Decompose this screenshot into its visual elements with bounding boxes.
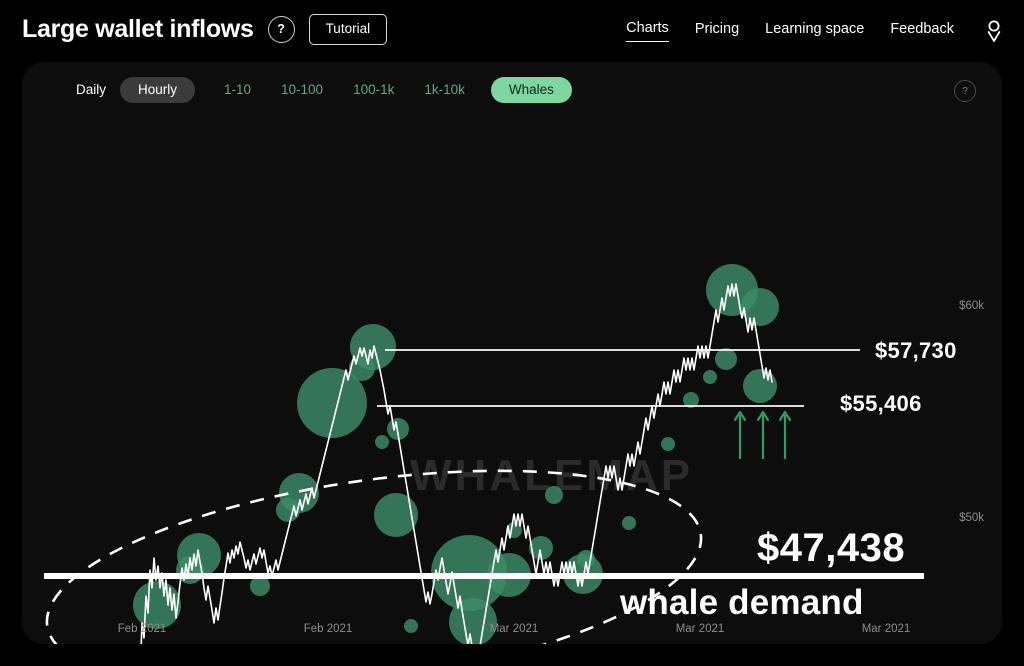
timeframe-hourly[interactable]: Hourly	[120, 77, 196, 103]
inflow-bubble[interactable]	[743, 369, 777, 403]
inflow-bubble[interactable]	[375, 435, 389, 449]
chart-help-icon[interactable]: ?	[954, 80, 976, 102]
band-1k-10k[interactable]: 1k-10k	[420, 77, 469, 103]
header-left-group: Large wallet inflows ? Tutorial	[22, 14, 388, 45]
inflow-bubble[interactable]	[715, 348, 737, 370]
inflow-bubble[interactable]	[703, 370, 717, 384]
inflow-bubble[interactable]	[133, 581, 181, 629]
x-axis-tick: Mar 2021	[675, 623, 725, 635]
band-1-10[interactable]: 1-10	[220, 77, 255, 103]
inflow-bubble[interactable]	[276, 498, 300, 522]
page-title: Large wallet inflows	[22, 14, 254, 43]
inflow-bubble[interactable]	[661, 437, 675, 451]
level-label-57730: $57,730	[875, 338, 957, 363]
demand-arrow	[756, 410, 770, 459]
band-100-1k[interactable]: 100-1k	[349, 77, 398, 103]
demand-arrows-layer	[733, 410, 792, 459]
demand-price-label: $47,438	[757, 526, 906, 570]
x-axis-tick: Feb 2021	[303, 623, 353, 635]
band-whales[interactable]: Whales	[490, 77, 572, 103]
timeframe-toggle-group: Daily Hourly	[70, 77, 196, 103]
band-10-100[interactable]: 10-100	[277, 77, 327, 103]
timeframe-daily[interactable]: Daily	[70, 77, 112, 103]
x-axis-tick: Mar 2021	[489, 623, 539, 635]
tutorial-button[interactable]: Tutorial	[308, 14, 388, 45]
inflow-bubble[interactable]	[545, 486, 563, 504]
chart-plot-area: WHALEMAP $57,730 $55,406 $47,438 whale d…	[22, 118, 1002, 644]
nav-item-pricing[interactable]: Pricing	[695, 21, 739, 41]
y-axis-tick: $50k	[959, 512, 984, 524]
inflow-bubble[interactable]	[449, 598, 497, 644]
app-header: Large wallet inflows ? Tutorial Charts P…	[0, 0, 1024, 62]
inflow-bubble[interactable]	[404, 619, 418, 633]
inflow-bubble[interactable]	[622, 516, 636, 530]
y-axis-tick: $60k	[959, 300, 984, 312]
whale-demand-caption: whale demand	[620, 583, 864, 622]
nav-item-feedback[interactable]: Feedback	[890, 21, 954, 41]
level-label-55406: $55,406	[840, 391, 922, 416]
title-help-icon[interactable]: ?	[267, 15, 295, 43]
nav-item-learning-space[interactable]: Learning space	[765, 21, 864, 41]
app-root: Large wallet inflows ? Tutorial Charts P…	[0, 0, 1024, 666]
chart-panel: Daily Hourly 1-10 10-100 100-1k 1k-10k W…	[22, 62, 1002, 644]
demand-arrow	[733, 410, 747, 459]
nav-item-charts[interactable]: Charts	[626, 20, 669, 42]
x-axis-tick: Mar 2021	[861, 623, 911, 635]
account-pin-icon[interactable]	[984, 18, 1004, 44]
chart-toolbar: Daily Hourly 1-10 10-100 100-1k 1k-10k W…	[22, 62, 1002, 118]
x-axis-tick: Feb 2021	[117, 623, 167, 635]
demand-arrow	[778, 410, 792, 459]
wallet-band-group: 1-10 10-100 100-1k 1k-10k Whales	[220, 77, 572, 103]
main-nav: Charts Pricing Learning space Feedback	[626, 18, 1004, 44]
